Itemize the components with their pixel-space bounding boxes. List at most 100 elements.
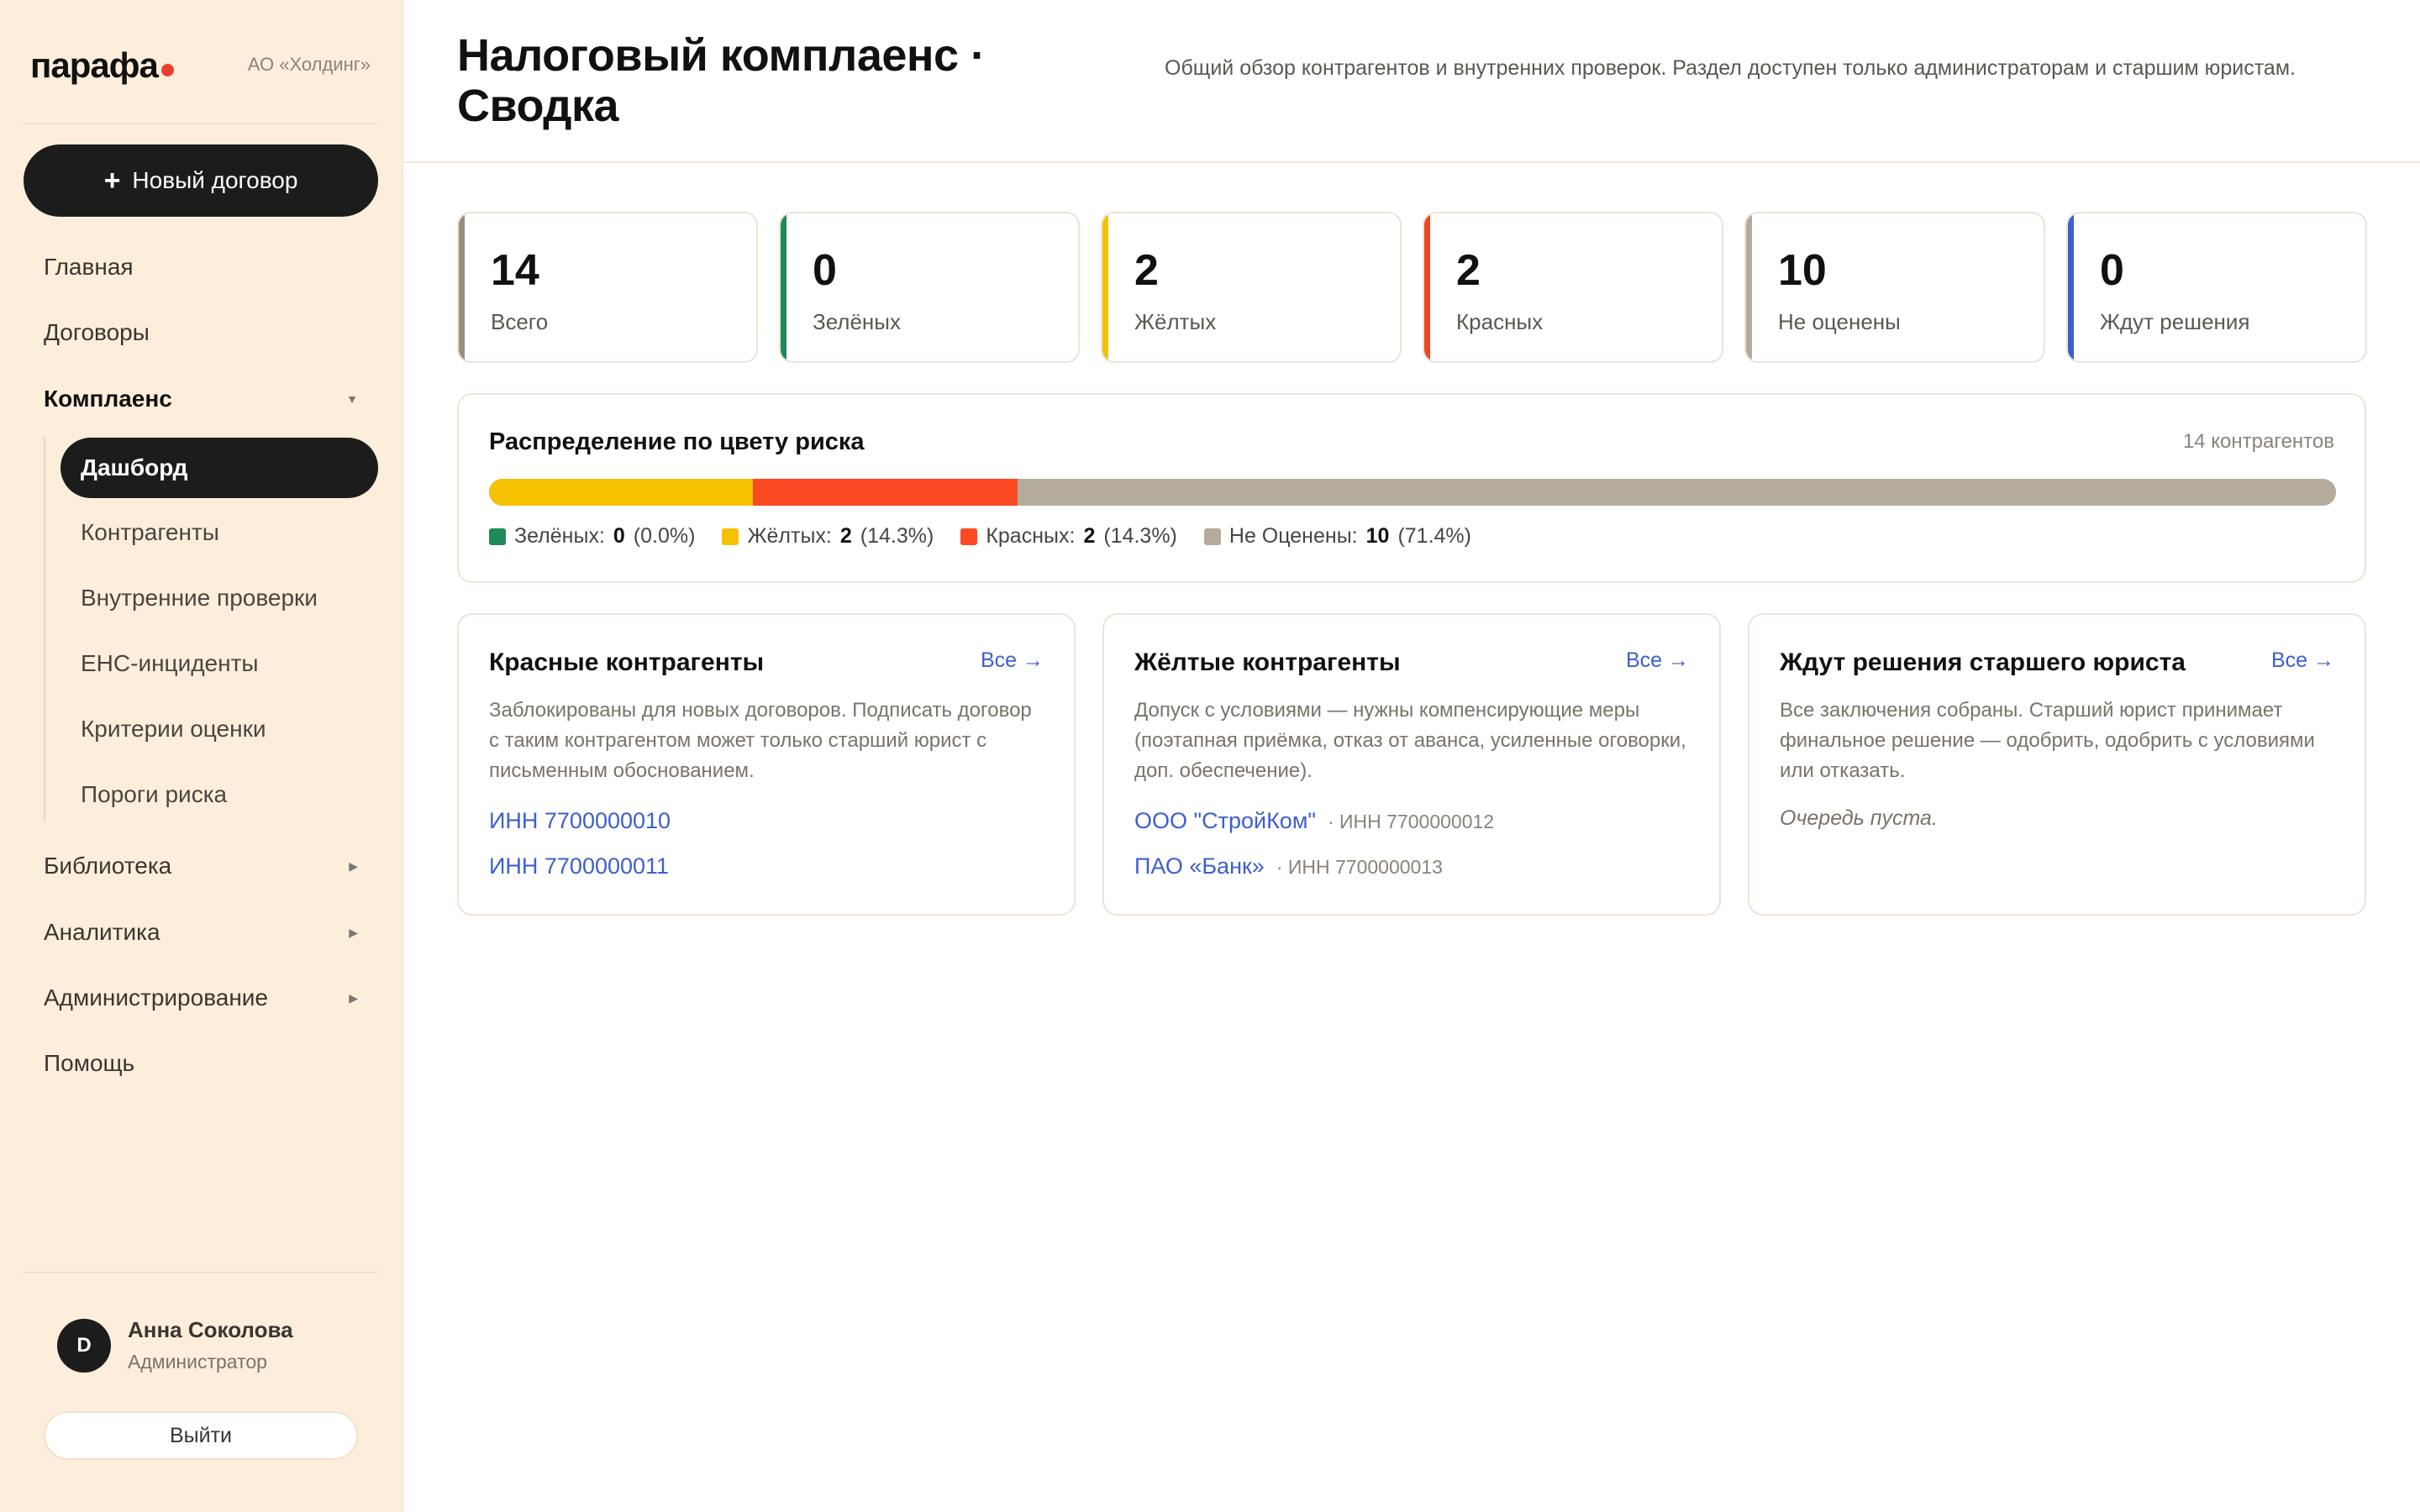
counterparty-link[interactable]: ИНН 7700000010 [489,808,671,834]
pending-decision-panel: Ждут решения старшего юриста Все → Все з… [1748,613,2366,916]
panel-description: Заблокированы для новых договоров. Подпи… [489,699,1032,782]
legend-item-unrated: Не Оценены: 10 (71.4%) [1203,524,1471,549]
nav-item-compliance[interactable]: Комплаенс ▼ [24,372,378,426]
sidebar: парафа АО «Холдинг» + Новый договор Глав… [0,0,403,1512]
new-contract-button[interactable]: + Новый договор [24,144,378,217]
stat-accent-bar [781,213,786,361]
view-all-link[interactable]: Все → [2271,648,2334,673]
sidebar-item-dashboard[interactable]: Дашборд [60,438,378,498]
nav-item-administration[interactable]: Администрирование ▶ [24,971,378,1025]
legend-swatch [1203,528,1221,545]
user-role: Администратор [128,1351,267,1373]
chevron-right-icon: ▶ [349,925,358,939]
legend-label: Красных: [986,524,1076,548]
user-name: Анна Соколова [128,1317,293,1342]
counterparty-link[interactable]: ПАО «Банк» [1134,853,1265,879]
counterparty-name: ИНН 7700000011 [489,853,670,879]
panel-title: Ждут решения старшего юриста [1780,648,2186,676]
distribution-bar [489,479,2336,506]
yellow-counterparties-panel: Жёлтые контрагенты Все → Допуск с услови… [1102,613,1721,916]
logout-button[interactable]: Выйти [44,1411,358,1460]
stat-card-pending[interactable]: 0 Ждут решения [2066,212,2367,363]
sidebar-item-counterparties[interactable]: Контрагенты [60,502,378,563]
stat-card-green[interactable]: 0 Зелёных [779,212,1080,363]
logo-text: парафа [30,45,159,85]
sidebar-item-label: ЕНС-инциденты [81,650,259,676]
counterparty-inn: · ИНН 7700000012 [1327,811,1495,832]
distribution-title: Распределение по цвету риска [489,428,865,455]
divider [24,123,378,124]
legend-percent: (14.3%) [1103,524,1177,548]
nav-item-contracts[interactable]: Договоры [24,306,378,360]
legend-swatch [960,528,978,545]
legend-label: Зелёных: [514,524,605,548]
logo-dot-icon [160,64,174,76]
divider [24,1272,378,1273]
sidebar-item-internal-checks[interactable]: Внутренние проверки [60,568,378,628]
legend-item-yellow: Жёлтых: 2 (14.3%) [722,524,934,549]
nav-item-library[interactable]: Библиотека ▶ [24,839,378,893]
counterparty-name: ИНН 7700000010 [489,808,671,833]
page-title: Налоговый комплаенс · Сводка [457,30,986,131]
legend-value: 10 [1365,524,1390,548]
distribution-legend: Зелёных: 0 (0.0%) Жёлтых: 2 (14.3%) Крас… [489,524,1471,549]
stat-value: 2 [1456,246,1481,295]
stat-accent-bar [459,213,465,361]
stat-label: Жёлтых [1134,309,1217,334]
counterparty-link[interactable]: ООО "СтройКом" [1134,808,1316,834]
organization-name: АО «Холдинг» [247,54,371,75]
sidebar-item-label: Критерии оценки [81,716,266,742]
legend-label: Не Оценены: [1228,524,1358,548]
nav-item-label: Комплаенс [44,386,172,412]
view-all-link[interactable]: Все → [981,648,1044,673]
counterparty-row: ООО "СтройКом" · ИНН 7700000012 [1134,808,1494,834]
logo[interactable]: парафа [30,45,174,86]
sidebar-item-label: Внутренние проверки [81,585,318,611]
counterparty-link[interactable]: ИНН 7700000011 [489,853,669,879]
empty-queue-text: Очередь пуста. [1780,806,1938,830]
stat-label: Ждут решения [2100,309,2250,334]
legend-swatch [489,528,506,545]
chevron-down-icon: ▼ [346,392,358,406]
sidebar-item-risk-thresholds[interactable]: Пороги риска [60,764,378,825]
stat-card-unrated[interactable]: 10 Не оценены [1744,212,2045,363]
stat-card-total[interactable]: 14 Всего [457,212,758,363]
legend-percent: (14.3%) [860,524,934,548]
stat-value: 2 [1134,246,1159,295]
panel-description: Допуск с условиями — нужны компенсирующи… [1134,699,1686,782]
legend-label: Жёлтых: [747,524,832,548]
distribution-count: 14 контрагентов [2182,430,2334,453]
nav-item-label: Библиотека [44,853,172,879]
view-all-link[interactable]: Все → [1626,648,1689,673]
legend-value: 0 [613,524,625,548]
header-divider [404,161,2420,163]
sidebar-item-label: Дашборд [81,454,188,480]
stat-value: 10 [1778,246,1827,295]
legend-item-red: Красных: 2 (14.3%) [960,524,1177,549]
stat-card-yellow[interactable]: 2 Жёлтых [1101,212,1402,363]
legend-item-green: Зелёных: 0 (0.0%) [489,524,695,549]
nav-item-analytics[interactable]: Аналитика ▶ [24,906,378,959]
sidebar-item-ens-incidents[interactable]: ЕНС-инциденты [60,633,378,694]
stat-card-red[interactable]: 2 Красных [1423,212,1723,363]
nav-item-help[interactable]: Помощь [24,1037,378,1090]
avatar[interactable]: D [57,1319,111,1373]
nav-item-home[interactable]: Главная [24,240,378,294]
stat-label: Всего [491,309,549,334]
legend-percent: (71.4%) [1397,524,1471,548]
legend-percent: (0.0%) [633,524,696,548]
distribution-segment-red [753,479,1018,506]
red-counterparties-panel: Красные контрагенты Все → Заблокированы … [457,613,1076,916]
nav-item-label: Главная [44,254,134,280]
stat-value: 0 [813,246,837,295]
panel-description: Все заключения собраны. Старший юрист пр… [1780,699,2315,782]
stat-accent-bar [2068,213,2074,361]
panel-title: Красные контрагенты [489,648,765,676]
panel-title: Жёлтые контрагенты [1134,648,1401,676]
stat-label: Зелёных [813,309,901,334]
chevron-right-icon: ▶ [349,858,358,873]
stat-value: 14 [491,246,539,295]
sidebar-item-criteria[interactable]: Критерии оценки [60,699,378,759]
stat-label: Красных [1456,309,1544,334]
stat-value: 0 [2100,246,2124,295]
